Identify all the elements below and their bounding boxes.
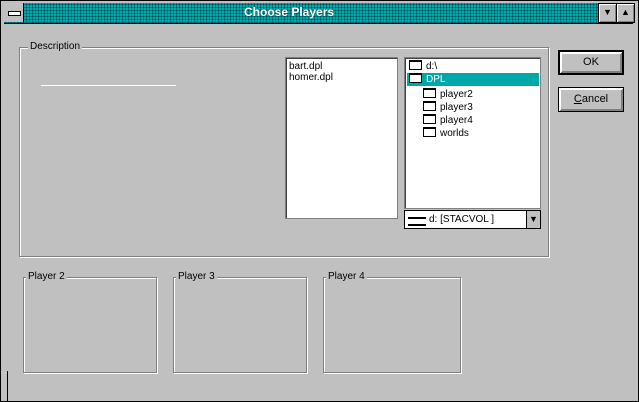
directory-label: DPL [426,74,446,85]
directory-item-player4[interactable]: player4 [421,114,473,127]
open-folder-icon [409,73,422,83]
player-2-label: Player 2 [26,271,67,283]
directory-item-worlds[interactable]: worlds [421,127,469,140]
title-bar[interactable]: Choose Players ▼ ▲ [4,3,635,24]
maximize-button[interactable]: ▲ [616,3,635,23]
drive-value: d: [STACVOL ] [429,214,495,225]
description-label: Description [28,41,83,53]
system-menu-button[interactable] [4,3,24,22]
player-4-group: Player 4 [323,271,461,373]
file-list[interactable]: bart.dpl homer.dpl [285,57,398,219]
ok-label: OK [583,56,599,68]
file-item[interactable]: homer.dpl [289,72,333,83]
maximize-icon: ▲ [621,7,630,17]
player-2-group: Player 2 [23,271,157,373]
player-3-label: Player 3 [176,271,217,283]
player-4-label: Player 4 [326,271,367,283]
directory-item-player3[interactable]: player3 [421,101,473,114]
directory-label: player3 [440,102,473,113]
folder-icon [423,127,436,137]
folder-icon [423,114,436,124]
folder-icon [423,88,436,98]
directory-label: worlds [440,128,469,139]
window-title: Choose Players [244,5,335,19]
window-resize-edge[interactable] [1,371,8,401]
chevron-down-icon: ▼ [529,214,538,224]
choose-players-dialog: Choose Players ▼ ▲ Description bart.dpl … [0,0,639,402]
minimize-icon: ▼ [603,7,612,17]
open-folder-icon [409,60,422,70]
drive-icon [408,217,426,226]
drive-dropdown-button[interactable]: ▼ [526,211,540,228]
file-item[interactable]: bart.dpl [289,61,322,72]
folder-icon [423,101,436,111]
directory-label: player2 [440,89,473,100]
directory-item-player2[interactable]: player2 [421,88,473,101]
directory-item-root[interactable]: d:\ [407,60,437,73]
directory-list[interactable]: d:\ DPL player2 player3 player4 worlds [404,57,541,209]
player-3-group: Player 3 [173,271,307,373]
directory-label: player4 [440,115,473,126]
cancel-label: ancel [581,93,609,105]
drive-select[interactable]: d: [STACVOL ] ▼ [404,210,541,229]
system-menu-icon [8,11,21,16]
description-text-line [41,85,176,86]
cancel-mnemonic: C [573,93,582,105]
directory-item-dpl[interactable]: DPL [407,73,539,86]
minimize-button[interactable]: ▼ [598,3,617,23]
ok-button[interactable]: OK [558,50,624,75]
cancel-button[interactable]: Cancel [558,87,624,112]
directory-label: d:\ [426,61,438,72]
